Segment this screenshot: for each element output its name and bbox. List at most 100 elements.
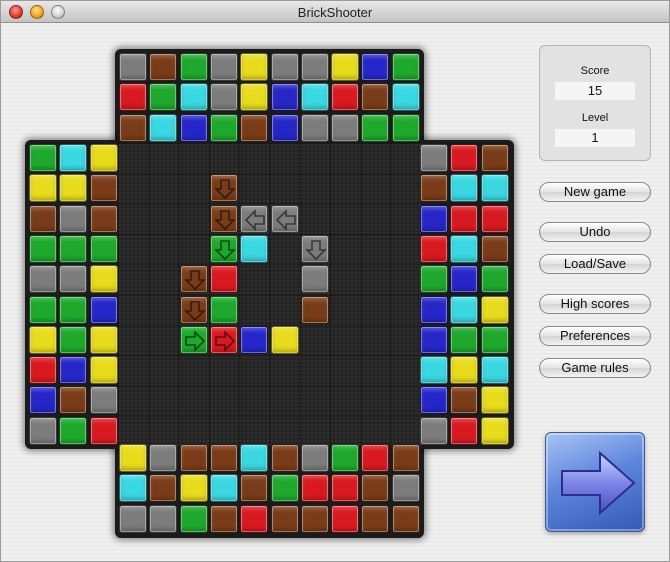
field-brick: [240, 204, 269, 233]
bottom-stock-brick: [119, 444, 147, 472]
top-stock-brick: [149, 53, 178, 81]
left-stock-brick: [29, 356, 57, 385]
preferences-button[interactable]: Preferences: [539, 326, 651, 346]
field-brick: [240, 234, 269, 263]
top-stock-brick: [149, 83, 178, 112]
right-stock-brick: [450, 265, 479, 294]
field-brick: [179, 295, 208, 324]
left-stock-brick: [59, 416, 88, 445]
arrow-down-icon: [183, 270, 206, 291]
load-save-button[interactable]: Load/Save: [539, 254, 651, 274]
bottom-stock-brick: [331, 504, 360, 533]
top-stock-brick: [361, 83, 390, 112]
bottom-stock-brick: [179, 474, 208, 503]
right-stock-brick: [450, 174, 479, 203]
right-stock-brick: [480, 386, 509, 415]
bottom-stock-brick: [149, 444, 178, 472]
left-stock-brick: [89, 265, 118, 294]
field-brick: [300, 265, 329, 294]
top-stock-brick: [270, 53, 299, 81]
bottom-stock-brick: [240, 504, 269, 533]
field-brick: [209, 174, 238, 203]
right-stock-brick: [420, 234, 448, 263]
playing-field[interactable]: [118, 143, 421, 446]
left-stock-brick: [29, 325, 57, 354]
arrow-down-icon: [213, 240, 236, 261]
top-stock-brick: [119, 53, 147, 81]
field-brick: [270, 204, 299, 233]
right-stock-brick: [450, 416, 479, 445]
right-stock-brick: [420, 265, 448, 294]
right-stock-brick: [420, 325, 448, 354]
top-stock-brick: [331, 53, 360, 81]
bottom-stock-brick: [270, 504, 299, 533]
field-brick: [209, 325, 238, 354]
bottom-stock-brick: [209, 504, 238, 533]
field-brick: [179, 325, 208, 354]
arrow-right-icon: [215, 329, 236, 352]
bottom-stock-brick: [149, 504, 178, 533]
top-stock-brick: [119, 83, 147, 112]
right-stock-brick: [480, 295, 509, 324]
top-stock-brick: [179, 83, 208, 112]
top-stock-brick: [391, 113, 420, 142]
bottom-stock-brick: [300, 504, 329, 533]
field-brick: [270, 325, 299, 354]
bottom-stock-brick: [209, 444, 238, 472]
right-stock-brick: [450, 295, 479, 324]
top-stock-brick: [179, 113, 208, 142]
right-stock-brick: [480, 204, 509, 233]
left-stock-brick: [29, 265, 57, 294]
right-stock-brick: [450, 234, 479, 263]
left-stock-brick: [59, 234, 88, 263]
top-stock-brick: [179, 53, 208, 81]
left-stock-brick: [59, 204, 88, 233]
right-stock-brick: [450, 204, 479, 233]
top-stock-brick: [391, 83, 420, 112]
bottom-stock-brick: [119, 474, 147, 503]
game-rules-button[interactable]: Game rules: [539, 358, 651, 378]
right-stock-brick: [480, 144, 509, 172]
top-stock-brick: [270, 83, 299, 112]
bottom-stock-brick: [391, 504, 420, 533]
top-stock-brick: [300, 83, 329, 112]
left-stock-brick: [29, 386, 57, 415]
title-bar: BrickShooter: [1, 1, 669, 23]
right-stock-brick: [420, 174, 448, 203]
right-stock-brick: [450, 144, 479, 172]
bottom-stock-brick: [300, 474, 329, 503]
right-stock-brick: [480, 174, 509, 203]
left-stock-brick: [59, 325, 88, 354]
arrow-left-icon: [275, 208, 296, 231]
left-stock-brick: [29, 204, 57, 233]
bottom-stock-brick: [270, 474, 299, 503]
field-brick: [179, 265, 208, 294]
app-window: BrickShooter Score 15 Level 1 New game U…: [0, 0, 670, 562]
score-panel: Score 15 Level 1: [539, 45, 651, 161]
right-stock-brick: [420, 295, 448, 324]
right-stock-brick: [420, 144, 448, 172]
field-brick: [300, 234, 329, 263]
top-stock-brick: [361, 113, 390, 142]
field-brick: [209, 234, 238, 263]
left-stock-brick: [89, 416, 118, 445]
bottom-stock-brick: [361, 444, 390, 472]
bottom-stock-brick: [240, 474, 269, 503]
right-stock-brick: [420, 386, 448, 415]
top-stock-brick: [331, 113, 360, 142]
shoot-button[interactable]: [545, 432, 645, 532]
bottom-stock-brick: [300, 444, 329, 472]
bottom-stock-brick: [240, 444, 269, 472]
bottom-stock-brick: [179, 504, 208, 533]
bottom-stock-brick: [361, 504, 390, 533]
arrow-down-icon: [304, 240, 327, 261]
left-stock-brick: [89, 144, 118, 172]
field-brick: [209, 265, 238, 294]
high-scores-button[interactable]: High scores: [539, 294, 651, 314]
arrow-down-icon: [213, 209, 236, 230]
arrow-left-icon: [245, 208, 265, 231]
new-game-button[interactable]: New game: [539, 182, 651, 202]
top-stock-brick: [331, 83, 360, 112]
bottom-stock-brick: [149, 474, 178, 503]
undo-button[interactable]: Undo: [539, 222, 651, 242]
